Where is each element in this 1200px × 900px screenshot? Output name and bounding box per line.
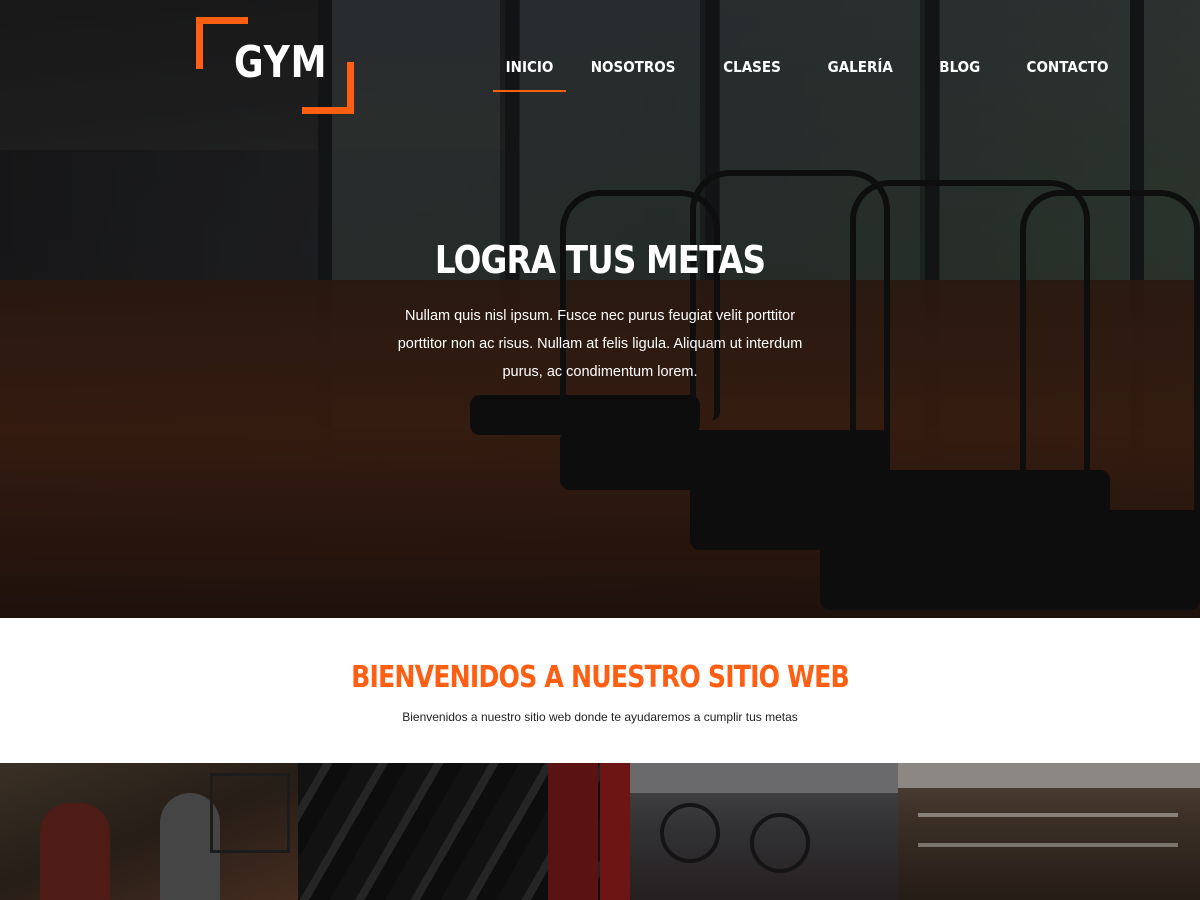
gallery-dim-overlay [298, 763, 600, 900]
logo-text: GYM [234, 37, 328, 88]
gallery-dim-overlay [898, 763, 1200, 900]
welcome-text: Bienvenidos a nuestro sitio web donde te… [402, 710, 798, 724]
hero-section: GYM INICIO NOSOTROS CLASES GALERÍA BLOG … [0, 0, 1200, 618]
nav-item-nosotros[interactable]: NOSOTROS [578, 54, 688, 92]
gallery-image-gym-floor[interactable] [898, 763, 1200, 900]
nav-item-blog[interactable]: BLOG [926, 54, 992, 92]
nav-item-clases[interactable]: CLASES [711, 54, 794, 92]
nav-item-galeria[interactable]: GALERÍA [815, 54, 905, 92]
nav-item-inicio[interactable]: INICIO [493, 54, 567, 92]
site-logo[interactable]: GYM [196, 17, 354, 114]
gallery-image-dumbbells[interactable] [298, 763, 600, 900]
gallery-image-bikes[interactable] [600, 763, 898, 900]
gallery-strip [0, 763, 1200, 900]
main-nav: INICIO NOSOTROS CLASES GALERÍA BLOG CONT… [489, 54, 1127, 94]
gallery-dim-overlay [0, 763, 298, 900]
welcome-title: BIENVENIDOS A NUESTRO SITIO WEB [351, 660, 850, 695]
gallery-image-class[interactable] [0, 763, 298, 900]
hero-title: LOGRA TUS METAS [434, 238, 766, 282]
welcome-section: BIENVENIDOS A NUESTRO SITIO WEB Bienveni… [0, 618, 1200, 763]
gallery-dim-overlay [600, 763, 898, 900]
hero-text: Nullam quis nisl ipsum. Fusce nec purus … [397, 308, 803, 380]
nav-item-contacto[interactable]: CONTACTO [1014, 54, 1121, 92]
